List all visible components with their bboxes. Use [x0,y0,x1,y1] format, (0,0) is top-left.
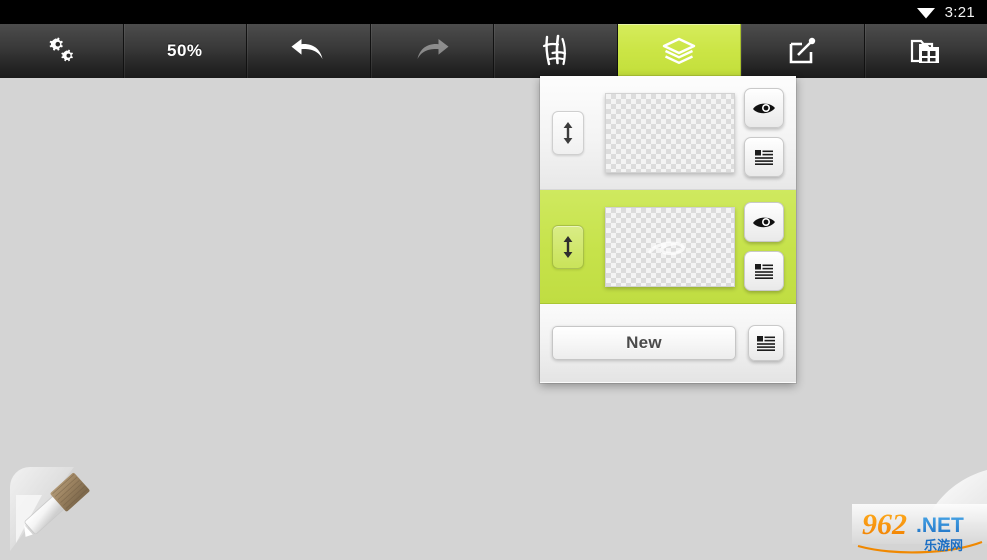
layer-row[interactable] [540,190,796,304]
layers-stack-icon [659,36,699,66]
paintbrush-tool-icon [2,455,102,555]
layer-menu-icon [754,263,774,280]
panel-menu-button[interactable] [748,325,784,361]
panel-menu-icon [756,335,776,352]
layer-visibility-toggle[interactable] [744,202,784,242]
layer-row[interactable] [540,76,796,190]
svg-text:乐游网: 乐游网 [924,538,963,554]
undo-button[interactable] [247,24,371,78]
eye-icon [752,101,776,116]
calligraphy-brush-icon [538,33,572,69]
undo-arrow-icon [289,38,327,64]
layers-panel-footer: New [540,304,796,382]
brush-tool-indicator[interactable] [2,455,102,555]
vertical-arrows-icon [562,235,574,259]
settings-button[interactable] [0,24,124,78]
main-toolbar: 50% [0,24,987,78]
svg-text:.NET: .NET [916,514,964,537]
layer-actions [744,88,784,177]
brush-button[interactable] [494,24,618,78]
zoom-button[interactable]: 50% [124,24,248,78]
drawing-canvas[interactable] [0,78,987,555]
layer-visibility-toggle[interactable] [744,88,784,128]
new-layer-button[interactable]: New [552,326,736,360]
redo-button[interactable] [371,24,495,78]
gallery-button[interactable] [865,24,987,78]
layers-button[interactable] [618,24,742,78]
layer-reorder-handle[interactable] [552,111,584,155]
wifi-icon [916,5,936,19]
layer-menu-button[interactable] [744,137,784,177]
share-export-icon [787,36,817,66]
layer-thumbnail[interactable] [605,93,735,173]
svg-text:962: 962 [862,508,907,541]
layer-actions [744,202,784,291]
layer-stroke-preview [606,208,734,286]
layer-thumbnail[interactable] [605,207,735,287]
layer-menu-button[interactable] [744,251,784,291]
status-bar: 3:21 [0,0,987,24]
watermark: 962 .NET 乐游网 [840,460,987,555]
share-button[interactable] [741,24,865,78]
layers-panel: New [540,76,796,383]
layer-reorder-handle[interactable] [552,225,584,269]
zoom-level-text: 50% [167,41,203,61]
gallery-folder-icon [910,36,942,66]
vertical-arrows-icon [562,121,574,145]
gears-icon [44,36,78,66]
redo-arrow-icon [413,38,451,64]
eye-icon [752,215,776,230]
layer-menu-icon [754,149,774,166]
watermark-logo: 962 .NET 乐游网 [840,460,987,555]
status-bar-clock: 3:21 [945,4,975,21]
